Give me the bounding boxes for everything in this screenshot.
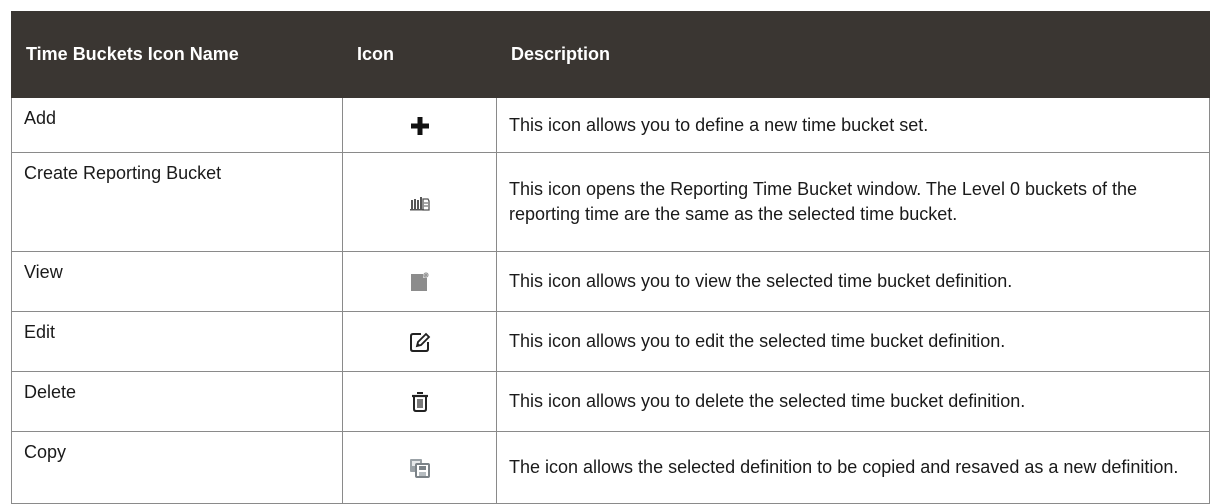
row-name: Copy: [11, 431, 343, 504]
header-icon-name: Time Buckets Icon Name: [11, 11, 343, 98]
row-description: This icon allows you to define a new tim…: [496, 97, 1210, 153]
row-name: Create Reporting Bucket: [11, 152, 343, 252]
view-document-icon[interactable]: [409, 271, 431, 293]
copy-icon[interactable]: [409, 457, 431, 479]
edit-pencil-icon[interactable]: [409, 331, 431, 353]
row-icon-cell: [342, 251, 497, 312]
table-row: View This icon allows you to view the se…: [11, 251, 1210, 312]
row-description: This icon allows you to delete the selec…: [496, 371, 1210, 432]
row-name: Add: [11, 97, 343, 153]
header-description: Description: [496, 11, 1210, 98]
header-icon: Icon: [342, 11, 497, 98]
trash-icon[interactable]: [410, 391, 430, 413]
table-header-row: Time Buckets Icon Name Icon Description: [11, 11, 1210, 98]
table-row: Delete This icon allows you to delete th…: [11, 371, 1210, 432]
time-buckets-icon-table: Time Buckets Icon Name Icon Description …: [11, 11, 1210, 504]
row-name: Edit: [11, 311, 343, 372]
plus-icon[interactable]: [410, 116, 430, 136]
row-description: The icon allows the selected definition …: [496, 431, 1210, 504]
row-icon-cell: [342, 152, 497, 252]
row-icon-cell: [342, 431, 497, 504]
time-buckets-icon-table-wrapper: Time Buckets Icon Name Icon Description …: [11, 11, 1210, 504]
row-description: This icon allows you to view the selecte…: [496, 251, 1210, 312]
row-icon-cell: [342, 97, 497, 153]
table-row: Add This icon allows you to define a new…: [11, 97, 1210, 153]
table-row: Create Reporting Bucket This icon opens …: [11, 152, 1210, 252]
row-description: This icon allows you to edit the selecte…: [496, 311, 1210, 372]
row-description: This icon opens the Reporting Time Bucke…: [496, 152, 1210, 252]
row-icon-cell: [342, 311, 497, 372]
row-name: Delete: [11, 371, 343, 432]
row-name: View: [11, 251, 343, 312]
row-icon-cell: [342, 371, 497, 432]
table-row: Edit This icon allows you to edit the se…: [11, 311, 1210, 372]
table-row: Copy The icon allows the selected defini…: [11, 431, 1210, 504]
reporting-bucket-icon[interactable]: [409, 195, 430, 211]
